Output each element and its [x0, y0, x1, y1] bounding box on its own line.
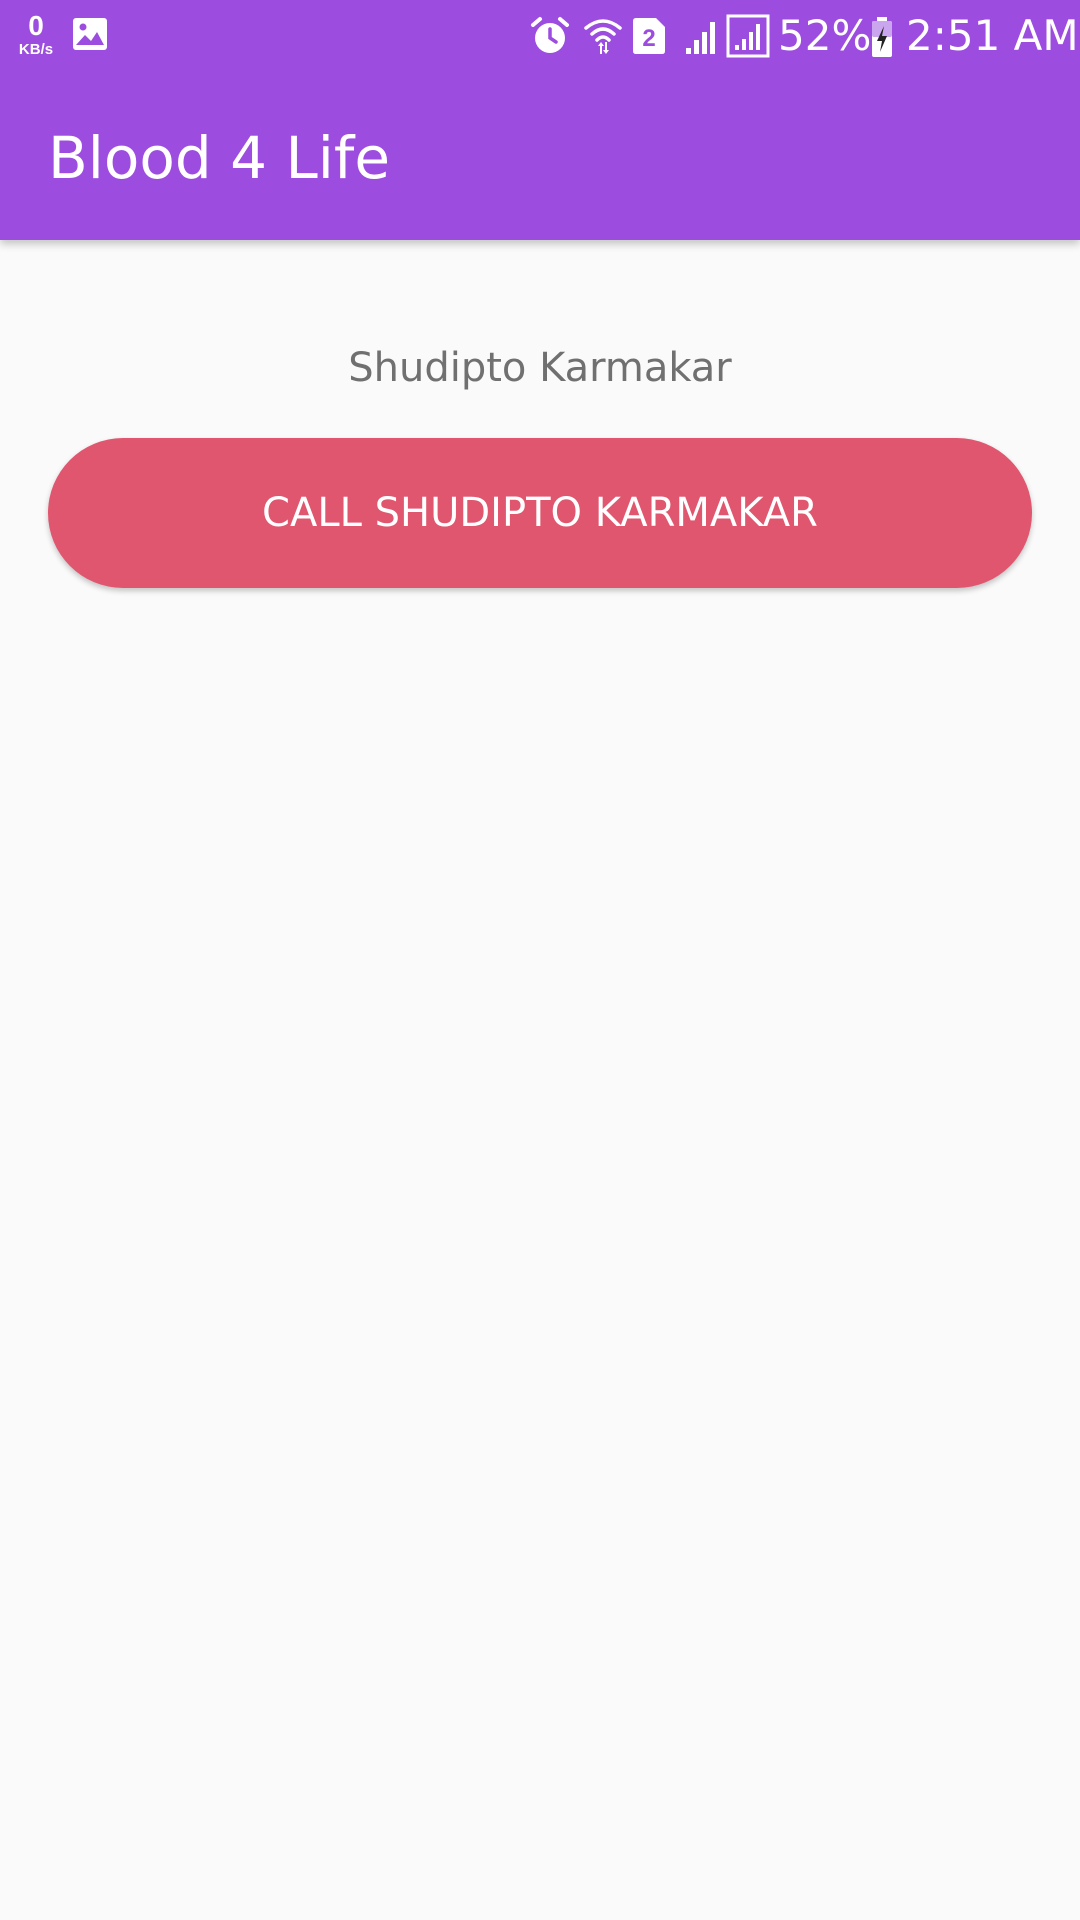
- signal-icon: [726, 14, 770, 62]
- network-speed-value: 0: [28, 10, 44, 41]
- network-speed-indicator: 0 KB/s: [14, 10, 58, 58]
- signal-icon: [684, 16, 720, 60]
- battery-percent: 52%: [778, 11, 872, 60]
- network-speed-unit: KB/s: [18, 41, 54, 58]
- alarm-icon: [530, 16, 570, 60]
- clock-time: 2:51 AM: [906, 11, 1079, 60]
- donor-name: Shudipto Karmakar: [348, 345, 732, 391]
- wifi-icon: [584, 16, 622, 60]
- image-icon: [72, 17, 108, 55]
- app-title: Blood 4 Life: [48, 124, 390, 192]
- svg-text:2: 2: [642, 25, 655, 52]
- battery-charging-icon: [870, 16, 894, 62]
- status-bar: 0 KB/s 2 52% 2:51 AM: [0, 0, 1080, 72]
- app-bar: 0 KB/s 2 52% 2:51 AM Blood 4 Life: [0, 0, 1080, 240]
- sim-2-icon: 2: [632, 17, 666, 59]
- call-donor-button[interactable]: CALL SHUDIPTO KARMAKAR: [48, 438, 1032, 588]
- donor-detail-screen: Shudipto Karmakar CALL SHUDIPTO KARMAKAR: [0, 240, 1080, 1920]
